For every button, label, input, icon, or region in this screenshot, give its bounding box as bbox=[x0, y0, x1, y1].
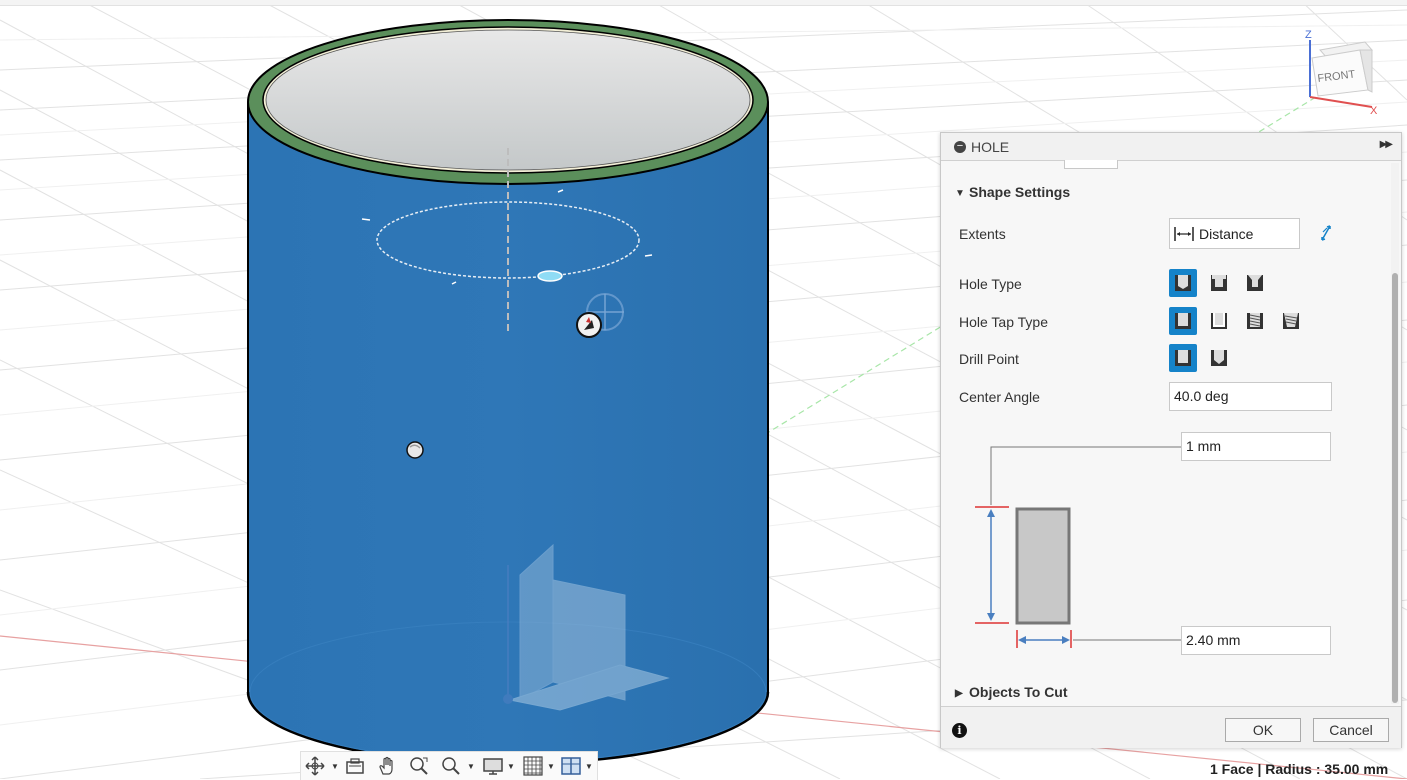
dialog-header[interactable]: − HOLE ▶▶ bbox=[941, 133, 1401, 161]
navigation-toolbar: ▼ ▼ ▼ ▼ ▼ bbox=[300, 751, 598, 780]
angled-drill-point-button[interactable] bbox=[1205, 344, 1233, 372]
pan-icon bbox=[379, 756, 393, 775]
look-at-icon bbox=[346, 758, 364, 774]
hole-center-point bbox=[537, 270, 563, 282]
clearance-tap-icon bbox=[1211, 313, 1227, 329]
top-toolbar-strip bbox=[0, 0, 1407, 6]
flat-drill-point-button[interactable] bbox=[1169, 344, 1197, 372]
orbit-icon bbox=[305, 756, 325, 776]
countersink-hole-button[interactable] bbox=[1241, 269, 1269, 297]
extents-label: Extents bbox=[959, 226, 1006, 242]
display-settings-tool[interactable]: ▼ bbox=[483, 756, 519, 776]
viewports-icon bbox=[561, 757, 581, 775]
extents-dropdown[interactable]: Distance bbox=[1169, 218, 1300, 249]
counterbore-hole-icon bbox=[1211, 275, 1227, 291]
axis-x-label: X bbox=[1370, 105, 1378, 117]
info-icon[interactable]: i bbox=[952, 723, 967, 738]
axis-z-label: Z bbox=[1305, 29, 1312, 41]
angled-drill-point-icon bbox=[1211, 350, 1227, 366]
zoom-icon bbox=[442, 757, 460, 775]
flat-drill-point-icon bbox=[1175, 350, 1191, 366]
taper-tapped-icon bbox=[1283, 313, 1299, 329]
cancel-button[interactable]: Cancel bbox=[1313, 718, 1389, 742]
hole-tap-type-label: Hole Tap Type bbox=[959, 314, 1048, 330]
taper-tapped-button[interactable] bbox=[1277, 307, 1305, 335]
hole-dialog: − HOLE ▶▶ ▼ Shape Settings Extents Distan… bbox=[940, 132, 1402, 748]
tapped-button[interactable] bbox=[1241, 307, 1269, 335]
grid-icon bbox=[523, 756, 543, 776]
center-angle-label: Center Angle bbox=[959, 389, 1040, 405]
ok-button[interactable]: OK bbox=[1225, 718, 1301, 742]
simple-tap-icon bbox=[1175, 313, 1191, 329]
display-settings-icon bbox=[483, 758, 503, 775]
pan-tool[interactable] bbox=[377, 756, 399, 776]
selection-status: 1 Face | Radius : 35.00 mm bbox=[1210, 761, 1389, 777]
objects-to-cut-header[interactable]: ▶ Objects To Cut bbox=[955, 684, 1068, 700]
expand-icon[interactable]: ▶▶ bbox=[1380, 139, 1393, 150]
clearance-tap-button[interactable] bbox=[1205, 307, 1233, 335]
zoom-window-tool[interactable] bbox=[409, 756, 431, 776]
collapse-icon[interactable]: − bbox=[954, 141, 966, 153]
hole-dimension-diagram bbox=[975, 446, 1181, 648]
distance-icon bbox=[1174, 227, 1194, 241]
collapsed-triangle-icon: ▶ bbox=[955, 688, 963, 699]
counterbore-hole-button[interactable] bbox=[1205, 269, 1233, 297]
look-at-tool[interactable] bbox=[345, 756, 367, 776]
grid-tool[interactable]: ▼ bbox=[523, 756, 559, 776]
orbit-tool[interactable]: ▼ bbox=[305, 756, 341, 776]
hole-type-label: Hole Type bbox=[959, 276, 1022, 292]
zoom-window-icon bbox=[410, 757, 428, 775]
extents-value: Distance bbox=[1199, 226, 1254, 242]
point-marker[interactable] bbox=[406, 441, 424, 459]
center-angle-input[interactable]: 40.0 deg bbox=[1169, 382, 1332, 411]
simple-hole-button[interactable] bbox=[1169, 269, 1197, 297]
countersink-hole-icon bbox=[1247, 275, 1263, 291]
diameter-input[interactable]: 2.40 mm bbox=[1181, 626, 1331, 655]
tapped-icon bbox=[1247, 313, 1263, 329]
flip-direction-icon[interactable] bbox=[1319, 224, 1333, 242]
zoom-tool[interactable]: ▼ bbox=[441, 756, 477, 776]
shape-settings-header[interactable]: ▼ Shape Settings bbox=[955, 184, 1070, 200]
dialog-footer: i OK Cancel bbox=[941, 706, 1401, 748]
depth-input[interactable]: 1 mm bbox=[1181, 432, 1331, 461]
dialog-title: HOLE bbox=[971, 139, 1010, 155]
simple-hole-icon bbox=[1175, 275, 1191, 291]
dialog-scrollbar-thumb[interactable] bbox=[1392, 273, 1398, 703]
dialog-grip[interactable] bbox=[1064, 160, 1118, 169]
simple-tap-button[interactable] bbox=[1169, 307, 1197, 335]
expanded-triangle-icon: ▼ bbox=[955, 188, 965, 199]
viewports-tool[interactable]: ▼ bbox=[561, 756, 595, 776]
drill-point-label: Drill Point bbox=[959, 351, 1019, 367]
